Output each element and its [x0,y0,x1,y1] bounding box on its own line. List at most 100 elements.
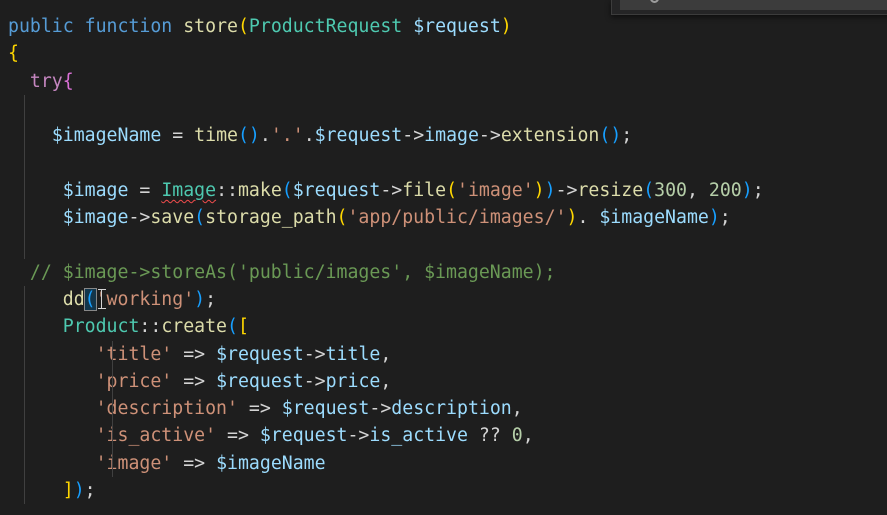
indent-guide [111,422,113,450]
code-line[interactable]: Product::create([ [8,313,887,341]
code-token: try [29,70,63,92]
code-line[interactable]: { [8,40,887,67]
code-token: ) [544,179,556,201]
code-line[interactable]: 'description' => $request->description, [8,395,887,423]
indent-guide [111,395,113,423]
code-token: ] [62,480,74,502]
code-line[interactable]: dd('working'); [8,285,887,314]
code-token: image [424,125,479,147]
code-token: () [599,125,622,147]
code-token: ( [643,179,655,201]
indent-guide [23,176,25,205]
code-line[interactable]: $image->save(storage_path('app/public/im… [8,204,887,232]
indent-guide [23,231,25,259]
code-line[interactable]: ]); [8,477,887,505]
code-line[interactable] [8,149,887,177]
indent-guide [23,313,25,341]
indent-guide [111,340,113,368]
code-token: 'is_active' [95,425,217,447]
code-token: $imageName [216,452,326,474]
indent-guide [111,449,113,478]
code-token: , [380,343,392,365]
code-token: ( [194,207,206,229]
indent-guide [23,477,25,505]
code-token: -> [380,179,403,201]
code-editor[interactable]: public function store(ProductRequest $re… [0,0,887,515]
code-token: 'title' [95,343,173,365]
code-lines: public function store(ProductRequest $re… [8,13,887,505]
find-input[interactable] [620,0,887,10]
code-token: $imageName [599,207,709,229]
code-token: => [172,343,217,365]
code-token: create [161,316,228,338]
code-token: $request [216,370,304,392]
code-token: ( [336,207,348,229]
code-line[interactable]: // $image->storeAs('public/images', $ima… [8,259,887,286]
code-token: $image [62,179,129,201]
code-token: ) [708,207,720,229]
code-line[interactable] [8,231,887,259]
code-token: '.' [270,125,304,147]
code-line[interactable]: try{ [8,68,887,95]
code-token: -> [303,343,326,365]
code-token: . [577,207,600,229]
code-token: , [522,425,534,447]
code-token: -> [478,125,501,147]
code-line[interactable]: 'is_active' => $request->is_active ?? 0, [8,422,887,450]
code-token: description [391,398,512,420]
code-token: $imageName [51,125,162,147]
code-token: ) [500,16,512,37]
code-line[interactable]: public function store(ProductRequest $re… [8,13,887,40]
code-line[interactable]: 'image' => $imageName [8,449,887,478]
code-token: ( [281,179,293,201]
code-token: ) [73,480,85,502]
code-token: :: [216,179,238,201]
code-token: file [402,179,447,201]
code-token: extension [500,125,600,147]
indent-guide [23,149,25,177]
code-token: ) [194,288,206,310]
code-token: ; [621,125,633,147]
indent-guide [23,422,25,450]
code-token: 'image' [95,452,173,474]
code-token: -> [347,425,370,447]
code-token: => [172,452,217,474]
code-line[interactable]: $image = Image::make($request->file('ima… [8,176,887,205]
code-token: [ [237,316,249,338]
text-cursor-icon [97,288,107,310]
code-token: { [62,70,74,92]
code-token: = [161,125,195,147]
code-line[interactable]: 'title' => $request->title, [8,340,887,368]
code-token: 'price' [95,370,173,392]
code-token: $image [62,207,129,229]
code-line[interactable]: $imageName = time().'.'.$request->image-… [8,122,887,150]
code-token: Image [161,179,217,201]
code-token: -> [555,179,578,201]
code-token: ) [741,179,753,201]
code-token: ( [227,316,238,338]
code-token: ) [566,207,578,229]
code-token: ) [533,179,545,201]
code-token: price [325,370,381,392]
code-token: function [84,16,173,37]
code-token: public [8,16,74,37]
code-line[interactable]: 'price' => $request->price, [8,367,887,396]
code-token: 'working' [95,288,195,310]
code-token: make [237,179,282,201]
code-token: () [237,125,260,147]
code-token: ; [752,179,764,201]
code-token: 'app/public/images/' [347,207,567,229]
code-token: save [150,207,195,229]
code-line[interactable] [8,94,887,123]
code-token: time [194,125,238,147]
